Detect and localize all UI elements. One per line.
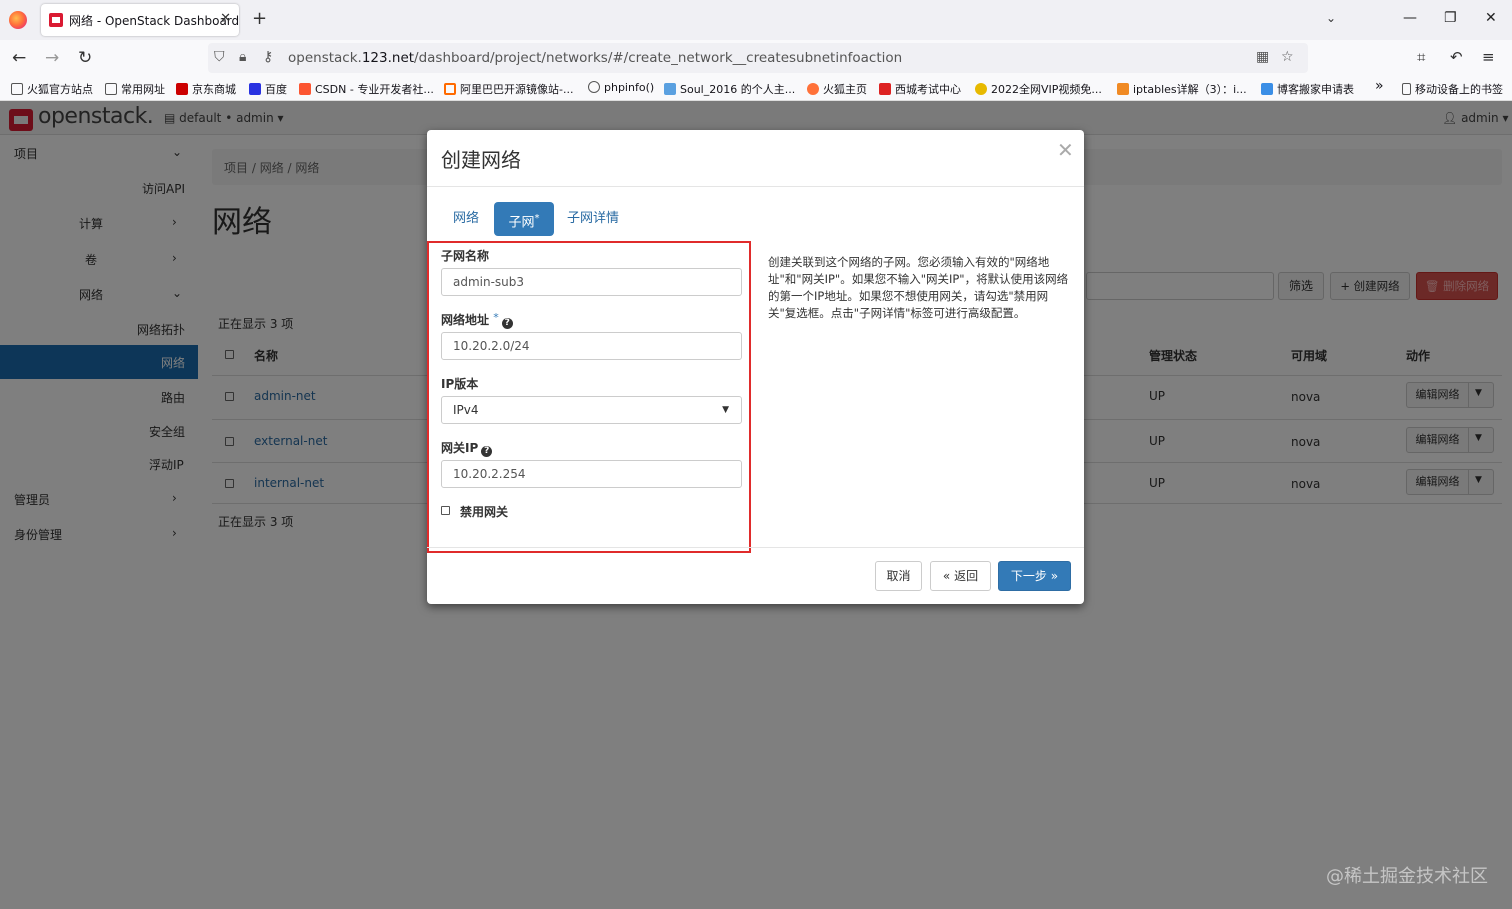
screenshot-crop-icon[interactable]: ⌗ — [1417, 48, 1425, 66]
bookmark-item[interactable]: 火狐主页 — [807, 81, 867, 97]
bookmark-item[interactable]: 阿里巴巴开源镜像站-... — [444, 81, 573, 97]
insecure-lock-icon[interactable]: 🔒︎ — [239, 49, 246, 65]
ip-version-label: IP版本 — [441, 377, 479, 391]
bookmark-item[interactable]: phpinfo() — [588, 81, 654, 94]
bookmark-item[interactable]: Soul_2016 的个人主... — [664, 81, 795, 97]
network-address-input[interactable] — [441, 332, 742, 360]
firefox-logo-icon[interactable] — [9, 11, 27, 29]
bookmarks-bar: 火狐官方站点 常用网址 京东商城 百度 CSDN - 专业开发者社... 阿里巴… — [0, 76, 1512, 101]
restore-icon[interactable]: ❐ — [1444, 10, 1457, 26]
tab-subnet[interactable]: 子网* — [494, 202, 554, 236]
browser-tab[interactable]: 网络 - OpenStack Dashboard ✕ — [41, 4, 239, 36]
gateway-ip-label: 网关IP? — [441, 439, 493, 457]
qr-code-icon[interactable]: ▦ — [1256, 49, 1269, 65]
shield-icon[interactable]: ⛉ — [214, 49, 225, 65]
new-tab-icon[interactable]: + — [252, 8, 267, 29]
list-all-tabs-icon[interactable]: ⌄ — [1326, 11, 1336, 25]
url-text[interactable]: openstack.123.net/dashboard/project/netw… — [288, 50, 902, 66]
bookmark-folder[interactable]: 常用网址 — [105, 81, 165, 97]
ip-version-select[interactable]: IPv4 ▼ — [441, 396, 742, 424]
required-asterisk: * — [534, 213, 540, 224]
modal-close-icon[interactable]: ✕ — [1057, 138, 1074, 162]
bookmark-item[interactable]: 博客搬家申请表 — [1261, 81, 1354, 97]
question-circle-icon[interactable]: ? — [501, 318, 513, 329]
minimize-icon[interactable]: — — [1403, 10, 1417, 26]
bookmark-item[interactable]: 火狐官方站点 — [11, 81, 93, 97]
bookmark-item[interactable]: 京东商城 — [176, 81, 236, 97]
question-circle-icon[interactable]: ? — [481, 446, 493, 457]
subnet-name-label: 子网名称 — [441, 249, 490, 263]
bookmark-item[interactable]: 西城考试中心 — [879, 81, 961, 97]
bookmark-item[interactable]: 2022全网VIP视频免... — [975, 81, 1102, 97]
reload-icon[interactable]: ↻ — [78, 48, 92, 68]
modal-footer-divider — [427, 547, 1084, 548]
mobile-bookmarks[interactable]: 移动设备上的书签 — [1402, 81, 1503, 97]
network-address-label: 网络地址 *? — [441, 311, 513, 329]
disable-gateway-checkbox[interactable] — [441, 506, 450, 515]
required-asterisk: * — [493, 311, 499, 324]
modal-header-divider — [427, 186, 1084, 187]
caret-down-icon: ▼ — [722, 405, 729, 415]
forward-arrow-icon[interactable]: → — [45, 48, 59, 68]
watermark: @稀土掘金技术社区 — [1326, 866, 1488, 887]
disable-gateway-label[interactable]: 禁用网关 — [460, 503, 508, 520]
modal-title: 创建网络 — [441, 148, 521, 172]
tab-subnet-details[interactable]: 子网详情 — [563, 202, 623, 236]
bookmark-item[interactable]: iptables详解（3）：i... — [1117, 81, 1247, 97]
browser-tab-bar: 网络 - OpenStack Dashboard ✕ + ⌄ — ❐ ✕ — [0, 0, 1512, 40]
subnet-help-text: 创建关联到这个网络的子网。您必须输入有效的"网络地址"和"网关IP"。如果您不输… — [768, 255, 1069, 320]
permissions-key-icon[interactable]: ⚷ — [263, 49, 273, 65]
back-button[interactable]: « 返回 — [930, 561, 991, 591]
menu-icon[interactable]: ≡ — [1482, 48, 1495, 66]
tab-close-icon[interactable]: ✕ — [220, 11, 231, 26]
create-network-modal: 创建网络 ✕ 网络 子网* 子网详情 子网名称 网络地址 *? IP版本 IPv… — [427, 130, 1084, 604]
back-arrow-icon[interactable]: ← — [12, 48, 26, 68]
browser-nav-bar: ← → ↻ ⛉ 🔒︎ ⚷ openstack.123.net/dashboard… — [0, 40, 1512, 76]
next-button[interactable]: 下一步 » — [998, 561, 1071, 591]
bookmark-item[interactable]: CSDN - 专业开发者社... — [299, 81, 434, 97]
undo-icon[interactable]: ↶ — [1450, 48, 1463, 66]
subnet-name-input[interactable] — [441, 268, 742, 296]
tab-title: 网络 - OpenStack Dashboard — [69, 14, 240, 28]
window-close-icon[interactable]: ✕ — [1485, 10, 1497, 26]
bookmarks-overflow-icon[interactable]: » — [1375, 78, 1384, 94]
gateway-ip-input[interactable] — [441, 460, 742, 488]
bookmark-item[interactable]: 百度 — [249, 81, 287, 97]
bookmark-star-icon[interactable]: ☆ — [1281, 49, 1294, 65]
openstack-favicon-icon — [49, 13, 63, 27]
tab-network[interactable]: 网络 — [443, 202, 489, 236]
cancel-button[interactable]: 取消 — [875, 561, 922, 591]
url-bar[interactable]: ⛉ 🔒︎ ⚷ openstack.123.net/dashboard/proje… — [208, 43, 1308, 73]
